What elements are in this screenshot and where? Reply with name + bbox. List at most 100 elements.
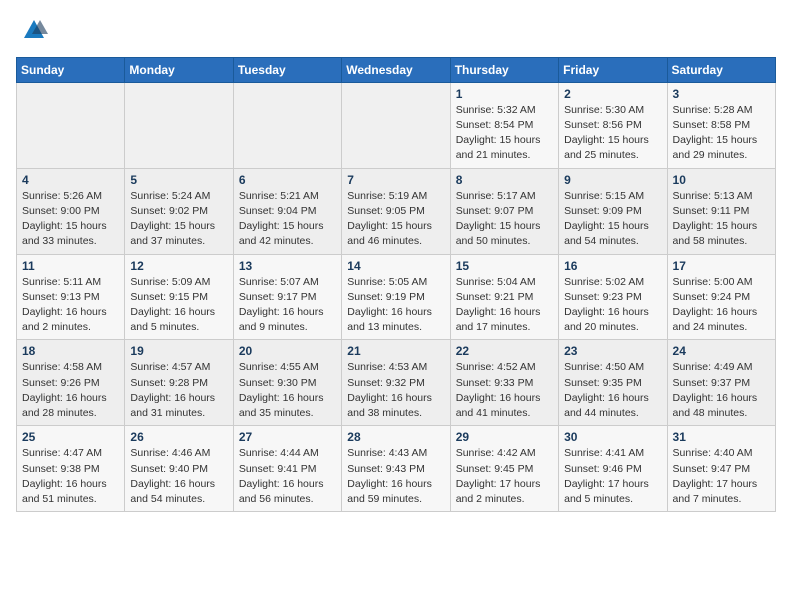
calendar-cell: 8 Sunrise: 5:17 AMSunset: 9:07 PMDaylight… — [450, 168, 558, 254]
day-number: 10 — [673, 173, 770, 187]
calendar-cell: 16Sunrise: 5:02 AMSunset: 9:23 PMDayligh… — [559, 254, 667, 340]
day-info: Sunrise: 5:32 AMSunset: 8:54 PMDaylight:… — [456, 103, 553, 164]
day-number: 23 — [564, 344, 661, 358]
day-info: Sunrise: 5:15 AMSunset: 9:09 PMDaylight:… — [564, 189, 661, 250]
day-info: Sunrise: 4:50 AMSunset: 9:35 PMDaylight:… — [564, 360, 661, 421]
calendar-cell: 28 Sunrise: 4:43 AMSunset: 9:43 PMDayligh… — [342, 426, 450, 512]
day-number: 30 — [564, 430, 661, 444]
day-number: 25 — [22, 430, 119, 444]
day-info: Sunrise: 5:17 AMSunset: 9:07 PMDaylight:… — [456, 189, 553, 250]
calendar-cell: 9 Sunrise: 5:15 AMSunset: 9:09 PMDaylight… — [559, 168, 667, 254]
day-number: 13 — [239, 259, 336, 273]
day-number: 19 — [130, 344, 227, 358]
calendar-cell: 2Sunrise: 5:30 AMSunset: 8:56 PMDaylight… — [559, 82, 667, 168]
col-header-sunday: Sunday — [17, 57, 125, 82]
day-number: 7 — [347, 173, 444, 187]
day-info: Sunrise: 5:11 AMSunset: 9:13 PMDaylight:… — [22, 275, 119, 336]
day-info: Sunrise: 5:19 AMSunset: 9:05 PMDaylight:… — [347, 189, 444, 250]
day-number: 3 — [673, 87, 770, 101]
day-info: Sunrise: 5:13 AMSunset: 9:11 PMDaylight:… — [673, 189, 770, 250]
calendar-cell: 6 Sunrise: 5:21 AMSunset: 9:04 PMDaylight… — [233, 168, 341, 254]
calendar-cell: 7 Sunrise: 5:19 AMSunset: 9:05 PMDaylight… — [342, 168, 450, 254]
calendar-cell: 15 Sunrise: 5:04 AMSunset: 9:21 PMDayligh… — [450, 254, 558, 340]
calendar-cell: 19 Sunrise: 4:57 AMSunset: 9:28 PMDayligh… — [125, 340, 233, 426]
calendar-cell: 31Sunrise: 4:40 AMSunset: 9:47 PMDayligh… — [667, 426, 775, 512]
day-number: 26 — [130, 430, 227, 444]
day-number: 4 — [22, 173, 119, 187]
day-info: Sunrise: 5:04 AMSunset: 9:21 PMDaylight:… — [456, 275, 553, 336]
calendar-cell: 26 Sunrise: 4:46 AMSunset: 9:40 PMDayligh… — [125, 426, 233, 512]
day-number: 1 — [456, 87, 553, 101]
calendar-cell: 30 Sunrise: 4:41 AMSunset: 9:46 PMDayligh… — [559, 426, 667, 512]
calendar-cell: 11Sunrise: 5:11 AMSunset: 9:13 PMDayligh… — [17, 254, 125, 340]
day-info: Sunrise: 4:52 AMSunset: 9:33 PMDaylight:… — [456, 360, 553, 421]
calendar-cell: 3 Sunrise: 5:28 AMSunset: 8:58 PMDaylight… — [667, 82, 775, 168]
day-number: 6 — [239, 173, 336, 187]
calendar-header-row: SundayMondayTuesdayWednesdayThursdayFrid… — [17, 57, 776, 82]
day-info: Sunrise: 4:42 AMSunset: 9:45 PMDaylight:… — [456, 446, 553, 507]
logo-icon — [20, 16, 48, 44]
calendar-cell: 18 Sunrise: 4:58 AMSunset: 9:26 PMDayligh… — [17, 340, 125, 426]
day-number: 8 — [456, 173, 553, 187]
col-header-thursday: Thursday — [450, 57, 558, 82]
calendar-cell: 20 Sunrise: 4:55 AMSunset: 9:30 PMDayligh… — [233, 340, 341, 426]
day-info: Sunrise: 4:40 AMSunset: 9:47 PMDaylight:… — [673, 446, 770, 507]
calendar-week-5: 25 Sunrise: 4:47 AMSunset: 9:38 PMDayligh… — [17, 426, 776, 512]
calendar-week-3: 11Sunrise: 5:11 AMSunset: 9:13 PMDayligh… — [17, 254, 776, 340]
calendar-cell: 17 Sunrise: 5:00 AMSunset: 9:24 PMDayligh… — [667, 254, 775, 340]
day-number: 28 — [347, 430, 444, 444]
day-number: 12 — [130, 259, 227, 273]
day-info: Sunrise: 4:53 AMSunset: 9:32 PMDaylight:… — [347, 360, 444, 421]
calendar-cell — [342, 82, 450, 168]
day-number: 24 — [673, 344, 770, 358]
calendar-cell: 21 Sunrise: 4:53 AMSunset: 9:32 PMDayligh… — [342, 340, 450, 426]
day-info: Sunrise: 4:47 AMSunset: 9:38 PMDaylight:… — [22, 446, 119, 507]
calendar-cell — [233, 82, 341, 168]
day-info: Sunrise: 5:26 AMSunset: 9:00 PMDaylight:… — [22, 189, 119, 250]
calendar-cell: 25 Sunrise: 4:47 AMSunset: 9:38 PMDayligh… — [17, 426, 125, 512]
day-number: 15 — [456, 259, 553, 273]
day-info: Sunrise: 4:55 AMSunset: 9:30 PMDaylight:… — [239, 360, 336, 421]
day-number: 21 — [347, 344, 444, 358]
calendar-cell: 1 Sunrise: 5:32 AMSunset: 8:54 PMDaylight… — [450, 82, 558, 168]
col-header-tuesday: Tuesday — [233, 57, 341, 82]
day-info: Sunrise: 4:58 AMSunset: 9:26 PMDaylight:… — [22, 360, 119, 421]
calendar-cell: 4 Sunrise: 5:26 AMSunset: 9:00 PMDaylight… — [17, 168, 125, 254]
calendar-cell: 29 Sunrise: 4:42 AMSunset: 9:45 PMDayligh… — [450, 426, 558, 512]
calendar-cell: 23 Sunrise: 4:50 AMSunset: 9:35 PMDayligh… — [559, 340, 667, 426]
calendar-week-2: 4 Sunrise: 5:26 AMSunset: 9:00 PMDaylight… — [17, 168, 776, 254]
day-info: Sunrise: 4:46 AMSunset: 9:40 PMDaylight:… — [130, 446, 227, 507]
day-info: Sunrise: 4:41 AMSunset: 9:46 PMDaylight:… — [564, 446, 661, 507]
col-header-wednesday: Wednesday — [342, 57, 450, 82]
day-number: 22 — [456, 344, 553, 358]
calendar-cell — [17, 82, 125, 168]
day-number: 17 — [673, 259, 770, 273]
day-info: Sunrise: 4:43 AMSunset: 9:43 PMDaylight:… — [347, 446, 444, 507]
day-number: 9 — [564, 173, 661, 187]
calendar-cell: 5 Sunrise: 5:24 AMSunset: 9:02 PMDaylight… — [125, 168, 233, 254]
calendar-week-1: 1 Sunrise: 5:32 AMSunset: 8:54 PMDaylight… — [17, 82, 776, 168]
day-info: Sunrise: 5:21 AMSunset: 9:04 PMDaylight:… — [239, 189, 336, 250]
calendar-week-4: 18 Sunrise: 4:58 AMSunset: 9:26 PMDayligh… — [17, 340, 776, 426]
day-number: 20 — [239, 344, 336, 358]
calendar-cell: 14Sunrise: 5:05 AMSunset: 9:19 PMDayligh… — [342, 254, 450, 340]
calendar-cell — [125, 82, 233, 168]
day-info: Sunrise: 4:44 AMSunset: 9:41 PMDaylight:… — [239, 446, 336, 507]
day-info: Sunrise: 5:24 AMSunset: 9:02 PMDaylight:… — [130, 189, 227, 250]
day-info: Sunrise: 5:05 AMSunset: 9:19 PMDaylight:… — [347, 275, 444, 336]
day-info: Sunrise: 5:30 AMSunset: 8:56 PMDaylight:… — [564, 103, 661, 164]
page-header — [16, 16, 776, 49]
day-info: Sunrise: 5:28 AMSunset: 8:58 PMDaylight:… — [673, 103, 770, 164]
calendar-cell: 12Sunrise: 5:09 AMSunset: 9:15 PMDayligh… — [125, 254, 233, 340]
day-info: Sunrise: 4:57 AMSunset: 9:28 PMDaylight:… — [130, 360, 227, 421]
day-info: Sunrise: 4:49 AMSunset: 9:37 PMDaylight:… — [673, 360, 770, 421]
day-info: Sunrise: 5:02 AMSunset: 9:23 PMDaylight:… — [564, 275, 661, 336]
day-number: 5 — [130, 173, 227, 187]
day-number: 27 — [239, 430, 336, 444]
day-number: 18 — [22, 344, 119, 358]
day-info: Sunrise: 5:07 AMSunset: 9:17 PMDaylight:… — [239, 275, 336, 336]
calendar-table: SundayMondayTuesdayWednesdayThursdayFrid… — [16, 57, 776, 512]
calendar-cell: 24 Sunrise: 4:49 AMSunset: 9:37 PMDayligh… — [667, 340, 775, 426]
day-info: Sunrise: 5:00 AMSunset: 9:24 PMDaylight:… — [673, 275, 770, 336]
day-number: 29 — [456, 430, 553, 444]
